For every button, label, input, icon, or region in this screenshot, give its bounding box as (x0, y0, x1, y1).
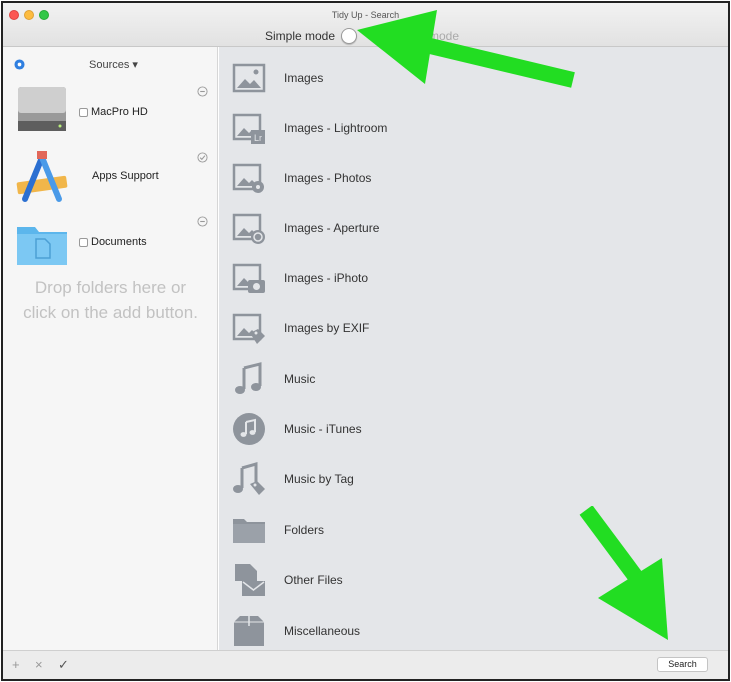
category-row-images-iphoto[interactable]: Images - iPhoto (219, 253, 728, 303)
hard-drive-icon (18, 87, 66, 131)
search-categories-list: Images Lr Images - Lightroom Images - Ph… (219, 47, 728, 650)
category-row-miscellaneous[interactable]: Miscellaneous (219, 606, 728, 656)
gear-icon[interactable] (14, 59, 25, 70)
category-label: Other Files (284, 573, 343, 587)
source-item-macpro-hd[interactable]: MacPro HD (3, 79, 218, 143)
category-label: Images by EXIF (284, 321, 370, 335)
category-label: Images - Lightroom (284, 121, 388, 135)
source-name: Documents (91, 236, 147, 248)
category-row-other-files[interactable]: Other Files (219, 555, 728, 605)
svg-text:Lr: Lr (254, 133, 262, 143)
category-label: Music - iTunes (284, 422, 362, 436)
source-name: Apps Support (92, 170, 159, 182)
itunes-icon (233, 413, 265, 445)
category-row-folders[interactable]: Folders (219, 505, 728, 555)
category-row-images-photos[interactable]: Images - Photos (219, 153, 728, 203)
applications-icon (16, 151, 68, 202)
drop-folders-hint: Drop folders here or click on the add bu… (3, 275, 218, 325)
category-row-images[interactable]: Images (219, 53, 728, 103)
image-lightroom-icon: Lr (232, 113, 265, 144)
category-row-images-aperture[interactable]: Images - Aperture (219, 203, 728, 253)
title-bar: Tidy Up - Search Simple mode d mode (3, 3, 728, 47)
remove-source-icon[interactable] (197, 86, 208, 97)
sources-dropdown[interactable]: Sources ▾ (89, 58, 138, 71)
category-row-images-exif[interactable]: Images by EXIF (219, 303, 728, 353)
category-label: Miscellaneous (284, 624, 361, 638)
category-label: Images - Aperture (284, 221, 380, 235)
drop-hint-line: Drop folders here or (34, 278, 187, 297)
mode-switch: Simple mode (265, 27, 413, 45)
sources-sidebar: Sources ▾ MacPro HD Apps Support Documen… (3, 47, 218, 650)
category-label: Images - Photos (284, 171, 372, 185)
bottom-toolbar: + × ✓ Search (3, 650, 728, 679)
source-checkbox[interactable] (79, 238, 88, 247)
remove-source-button[interactable]: × (35, 657, 51, 673)
category-row-music-itunes[interactable]: Music - iTunes (219, 404, 728, 454)
image-iphoto-icon (232, 263, 265, 293)
category-label: Music by Tag (284, 472, 354, 486)
mode-toggle[interactable] (341, 28, 413, 44)
check-source-button[interactable]: ✓ (58, 657, 74, 673)
image-aperture-icon (232, 213, 265, 244)
miscellaneous-box-icon (234, 616, 264, 646)
advanced-mode-label: d mode (419, 29, 460, 43)
source-checkbox[interactable] (79, 108, 88, 117)
search-button[interactable]: Search (657, 657, 708, 672)
category-row-music-by-tag[interactable]: Music by Tag (219, 454, 728, 504)
category-label: Images (284, 71, 324, 85)
category-label: Music (284, 372, 316, 386)
drop-hint-line: click on the add button. (23, 303, 198, 322)
image-exif-icon (232, 313, 265, 344)
category-label: Images - iPhoto (284, 271, 369, 285)
image-photos-icon (232, 163, 264, 193)
category-row-music[interactable]: Music (219, 354, 728, 404)
app-window: Tidy Up - Search Simple mode d mode Sour… (1, 1, 730, 681)
remove-source-icon[interactable] (197, 216, 208, 227)
music-note-icon (235, 362, 262, 394)
documents-folder-icon (17, 227, 67, 265)
category-label: Folders (284, 523, 325, 537)
add-source-button[interactable]: + (12, 657, 28, 673)
sources-header: Sources ▾ (3, 57, 217, 73)
checkmark-circle-icon[interactable] (197, 152, 208, 163)
other-files-icon (235, 564, 265, 596)
window-title: Tidy Up - Search (331, 10, 400, 20)
music-tag-icon (233, 462, 265, 495)
folder-icon (233, 519, 265, 543)
image-icon (232, 63, 266, 93)
source-item-documents[interactable]: Documents (3, 211, 218, 275)
category-row-images-lightroom[interactable]: Lr Images - Lightroom (219, 103, 728, 153)
source-item-apps-support[interactable]: Apps Support (3, 145, 218, 209)
mode-toggle-knob[interactable] (341, 28, 358, 44)
source-name: MacPro HD (91, 106, 148, 118)
simple-mode-label: Simple mode (265, 29, 336, 43)
